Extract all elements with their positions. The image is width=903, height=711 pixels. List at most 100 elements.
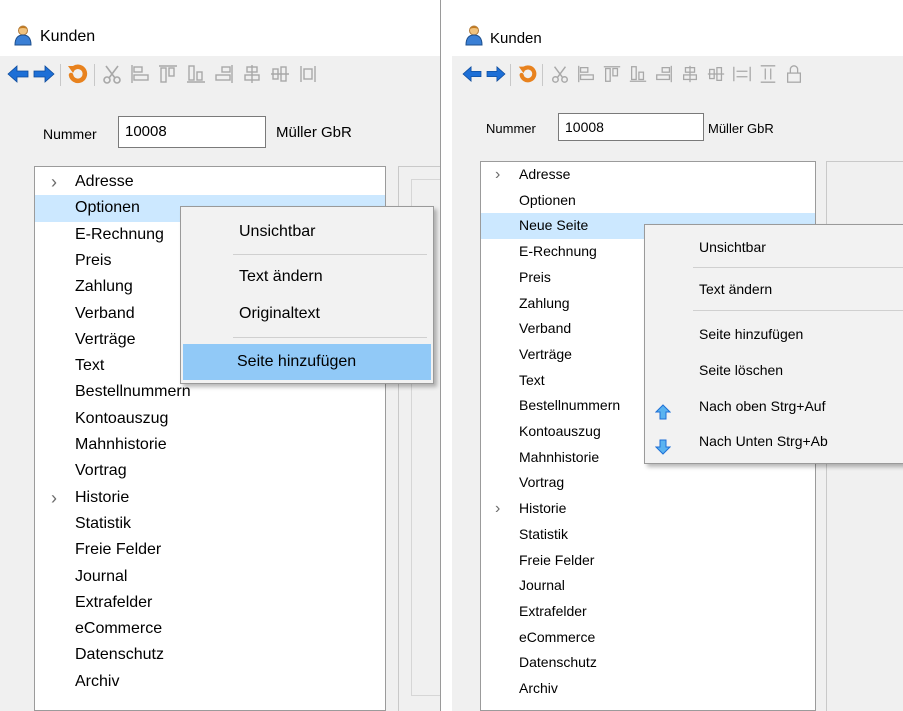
- arrow-right-icon[interactable]: [30, 60, 58, 88]
- tree-item-label: Extrafelder: [519, 602, 587, 619]
- tree-item-label: Journal: [75, 567, 128, 585]
- arrow-right-icon[interactable]: [482, 60, 510, 88]
- tree-item[interactable]: Journal: [481, 573, 815, 599]
- tree-item[interactable]: › Historie: [481, 496, 815, 522]
- menu-separator: [233, 337, 427, 338]
- undo-icon[interactable]: [514, 60, 542, 88]
- menu-item-nach-oben[interactable]: Nach oben Strg+Auf: [647, 389, 903, 423]
- menu-item-text-aendern[interactable]: Text ändern: [647, 272, 903, 306]
- customer-name: Müller GbR: [276, 124, 352, 141]
- chevron-right-icon[interactable]: ›: [51, 485, 57, 511]
- arrow-down-icon: [654, 433, 672, 467]
- tree-item[interactable]: Freie Felder: [35, 537, 385, 563]
- align-right-icon[interactable]: [650, 60, 678, 88]
- tree-item[interactable]: Datenschutz: [481, 650, 815, 676]
- align-left-icon[interactable]: [572, 60, 600, 88]
- menu-item-label: Seite hinzufügen: [237, 353, 357, 370]
- menu-item-seite-hinzufuegen[interactable]: Seite hinzufügen: [183, 344, 431, 380]
- center-vertical-icon[interactable]: [266, 60, 294, 88]
- tree-item[interactable]: Archiv: [35, 669, 385, 695]
- menu-item-originaltext[interactable]: Originaltext: [183, 296, 431, 332]
- chevron-right-icon[interactable]: ›: [495, 162, 500, 188]
- menu-item-nach-unten[interactable]: Nach Unten Strg+Ab: [647, 424, 903, 458]
- toolbar-separator: [542, 64, 543, 86]
- menu-item-label: Unsichtbar: [699, 239, 766, 255]
- align-left-icon[interactable]: [126, 60, 154, 88]
- menu-item-unsichtbar[interactable]: Unsichtbar: [647, 229, 903, 265]
- chevron-right-icon[interactable]: ›: [495, 496, 500, 522]
- menu-item-label: Unsichtbar: [239, 223, 316, 240]
- tree-item[interactable]: Vortrag: [481, 470, 815, 496]
- tree-item[interactable]: eCommerce: [481, 625, 815, 651]
- tree-item-label: Verträge: [75, 330, 136, 348]
- tree-item[interactable]: Statistik: [481, 522, 815, 548]
- tree-item[interactable]: › Adresse: [481, 162, 815, 188]
- tree-item-label: Adresse: [75, 173, 134, 190]
- menu-item-seite-loeschen[interactable]: Seite löschen: [647, 353, 903, 387]
- nummer-input[interactable]: 10008: [118, 116, 266, 148]
- menu-item-label: Nach oben Strg+Auf: [699, 398, 826, 414]
- tree-item[interactable]: Kontoauszug: [35, 406, 385, 432]
- nummer-input[interactable]: 10008: [558, 113, 704, 141]
- tree-item[interactable]: Freie Felder: [481, 548, 815, 574]
- right-window: Kunden Nummer 10008 Müller GbR › Adresse…: [452, 0, 903, 711]
- tree-item[interactable]: Vortrag: [35, 458, 385, 484]
- menu-item-label: Seite löschen: [699, 362, 784, 378]
- center-horizontal-icon[interactable]: [676, 60, 704, 88]
- align-top-icon[interactable]: [154, 60, 182, 88]
- tree-item[interactable]: Mahnhistorie: [35, 432, 385, 458]
- tree-item-label: Journal: [519, 577, 565, 594]
- center-vertical-icon[interactable]: [702, 60, 730, 88]
- left-window: Kunden Nummer 10008 Müller GbR › Adresse…: [0, 0, 440, 711]
- tree-item-label: eCommerce: [75, 620, 163, 638]
- menu-item-label: Seite hinzufügen: [699, 326, 804, 342]
- arrow-left-icon[interactable]: [4, 60, 32, 88]
- tree-item[interactable]: Extrafelder: [35, 590, 385, 616]
- tree-item-label: Text: [75, 357, 105, 375]
- context-menu: Unsichtbar Text ändern Originaltext Seit…: [180, 206, 434, 384]
- tree-item[interactable]: › Historie: [35, 485, 385, 511]
- tree-item-label: Statistik: [75, 514, 132, 532]
- chevron-right-icon[interactable]: ›: [51, 169, 57, 195]
- nummer-label: Nummer: [43, 126, 97, 142]
- tree-item[interactable]: Journal: [35, 564, 385, 590]
- menu-item-label: Text ändern: [239, 268, 323, 285]
- space-horizontal-icon[interactable]: [728, 60, 756, 88]
- tree-item-label: Verträge: [519, 345, 572, 362]
- tree-item-label: Text: [519, 371, 545, 388]
- tree-item[interactable]: eCommerce: [35, 616, 385, 642]
- tree-item-label: Archiv: [75, 672, 120, 690]
- tree-item[interactable]: Statistik: [35, 511, 385, 537]
- space-vertical-icon[interactable]: [754, 60, 782, 88]
- align-bottom-icon[interactable]: [182, 60, 210, 88]
- tree-item[interactable]: Archiv: [481, 676, 815, 702]
- tree-item-label: Historie: [519, 500, 567, 517]
- tree-item[interactable]: Datenschutz: [35, 642, 385, 668]
- tree-item-label: E-Rechnung: [519, 243, 597, 260]
- undo-icon[interactable]: [64, 60, 92, 88]
- tree-item[interactable]: Optionen: [481, 188, 815, 214]
- menu-item-unsichtbar[interactable]: Unsichtbar: [183, 211, 431, 253]
- scissors-icon[interactable]: [546, 60, 574, 88]
- tree-item[interactable]: Extrafelder: [481, 599, 815, 625]
- menu-item-label: Nach Unten Strg+Ab: [699, 433, 828, 449]
- tree-item-label: Archiv: [519, 680, 558, 696]
- tree-item-label: Freie Felder: [75, 541, 162, 559]
- tree-item-label: Bestellnummern: [75, 383, 191, 401]
- menu-item-text-aendern[interactable]: Text ändern: [183, 259, 431, 295]
- align-top-icon[interactable]: [598, 60, 626, 88]
- tree-item[interactable]: › Adresse: [35, 169, 385, 195]
- tree-item-label: Preis: [75, 251, 112, 269]
- tree-item-label: eCommerce: [519, 628, 596, 645]
- align-bottom-icon[interactable]: [624, 60, 652, 88]
- toolbar-separator: [94, 64, 95, 86]
- space-horizontal-icon[interactable]: [294, 60, 322, 88]
- center-horizontal-icon[interactable]: [238, 60, 266, 88]
- window-edge: [440, 0, 441, 711]
- tree-item-label: Bestellnummern: [519, 397, 621, 414]
- customer-name: Müller GbR: [708, 121, 774, 136]
- lock-icon[interactable]: [780, 60, 808, 88]
- scissors-icon[interactable]: [98, 60, 126, 88]
- align-right-icon[interactable]: [210, 60, 238, 88]
- menu-item-seite-hinzufuegen[interactable]: Seite hinzufügen: [647, 317, 903, 351]
